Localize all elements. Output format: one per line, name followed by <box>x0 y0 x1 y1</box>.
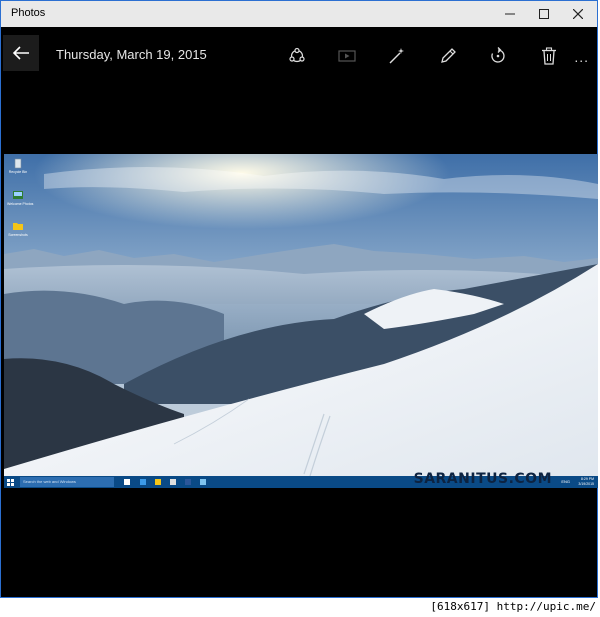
enhance-button[interactable] <box>384 43 410 69</box>
delete-button[interactable] <box>536 43 562 69</box>
language-indicator: ENG <box>561 479 570 484</box>
app-toolbar: Thursday, March 19, 2015 ... <box>1 27 597 73</box>
image-host-caption: [618x617] http://upic.me/ <box>430 600 596 613</box>
rotate-button[interactable] <box>485 43 511 69</box>
magic-wand-icon <box>389 48 404 64</box>
share-button[interactable] <box>284 43 310 69</box>
window-title: Photos <box>11 7 46 19</box>
task-view-icon <box>124 479 130 485</box>
photos-icon <box>12 189 24 201</box>
system-clock: 8:29 PM 3/19/2015 <box>578 477 594 486</box>
folder-icon <box>12 220 24 232</box>
desktop-icon-recycle-bin[interactable]: Recycle Bin <box>7 157 29 174</box>
recycle-bin-icon <box>12 157 24 169</box>
slideshow-button[interactable] <box>334 43 360 69</box>
taskbar-search-box: Search the web and Windows <box>20 477 114 487</box>
desktop-icon-screenshots[interactable]: Screenshots <box>7 220 29 237</box>
watermark-text: SARANITUS.COM <box>413 471 552 487</box>
word-icon <box>185 479 191 485</box>
store-icon <box>170 479 176 485</box>
pencil-icon <box>441 48 456 63</box>
rotate-icon <box>491 47 505 63</box>
back-arrow-icon <box>12 46 29 60</box>
title-bar[interactable]: Photos <box>1 1 597 27</box>
photos-app-icon <box>200 479 206 485</box>
close-button[interactable] <box>561 1 595 27</box>
browser-icon <box>140 479 146 485</box>
back-button[interactable] <box>3 35 39 71</box>
slideshow-icon <box>338 50 356 62</box>
minimize-button[interactable] <box>493 1 527 27</box>
photo-viewer[interactable]: Recycle Bin Welcome Photos Screenshots S… <box>1 73 598 597</box>
edit-button[interactable] <box>435 43 461 69</box>
share-icon <box>289 47 305 63</box>
windows-start-icon <box>7 479 14 486</box>
file-explorer-icon <box>155 479 161 485</box>
photo-date: Thursday, March 19, 2015 <box>56 47 207 62</box>
more-options-button[interactable]: ... <box>574 49 589 65</box>
trash-icon <box>542 47 556 65</box>
displayed-photo[interactable]: Recycle Bin Welcome Photos Screenshots S… <box>4 154 598 488</box>
maximize-button[interactable] <box>527 1 561 27</box>
desktop-icon-photos[interactable]: Welcome Photos <box>7 189 33 206</box>
mountain-landscape-image <box>4 154 598 488</box>
photos-window: Photos Thursday, March 19, 2015 ... Recy… <box>0 0 598 598</box>
